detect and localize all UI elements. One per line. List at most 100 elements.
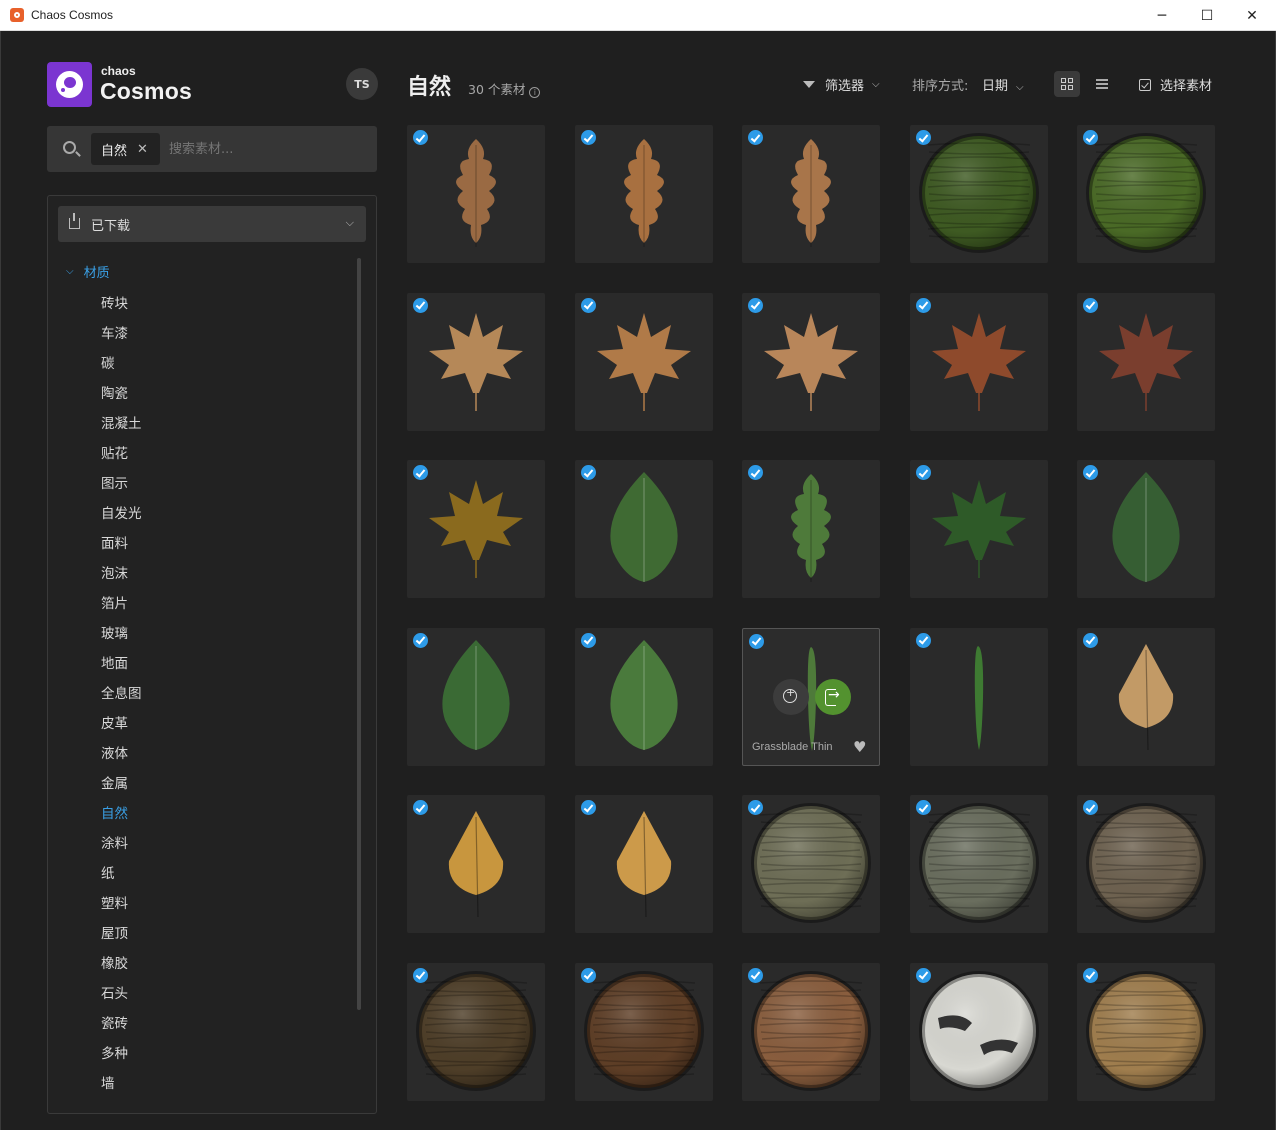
- chevron-down-icon: ⌵: [345, 216, 354, 229]
- downloaded-check-icon: [1083, 967, 1098, 983]
- asset-tile[interactable]: [574, 460, 713, 598]
- asset-tile[interactable]: [407, 292, 545, 431]
- asset-thumbnail: [764, 312, 858, 411]
- tree-materials-label: 材质: [83, 266, 110, 281]
- asset-tile[interactable]: [909, 795, 1048, 933]
- category-item[interactable]: 纸: [101, 862, 142, 892]
- import-icon[interactable]: [815, 678, 851, 715]
- asset-thumbnail: [442, 639, 510, 750]
- asset-thumbnail: [791, 139, 831, 247]
- asset-tile[interactable]: [909, 460, 1048, 598]
- asset-tile[interactable]: [1077, 627, 1215, 766]
- search-input[interactable]: [169, 134, 369, 164]
- category-item[interactable]: 橡胶: [101, 952, 142, 982]
- category-item[interactable]: 车漆: [101, 322, 142, 352]
- asset-thumbnail: [623, 139, 664, 247]
- category-item[interactable]: 混凝土: [101, 412, 142, 442]
- asset-thumbnail: [456, 139, 496, 247]
- asset-tile[interactable]: [909, 292, 1048, 431]
- asset-tile[interactable]: [407, 962, 545, 1101]
- user-avatar[interactable]: TS: [346, 68, 378, 100]
- favorite-heart-icon[interactable]: ♥: [853, 738, 866, 756]
- downloaded-check-icon: [580, 967, 596, 983]
- category-item[interactable]: 贴花: [101, 442, 142, 472]
- asset-tile[interactable]: [574, 627, 713, 766]
- select-assets-button[interactable]: 选择素材: [1139, 75, 1212, 94]
- list-view-button[interactable]: [1089, 71, 1115, 97]
- category-item[interactable]: 全息图: [101, 682, 142, 712]
- asset-tile[interactable]: [407, 125, 545, 263]
- asset-thumbnail: [416, 970, 536, 1091]
- asset-tile[interactable]: [909, 962, 1048, 1101]
- category-item[interactable]: 箔片: [101, 592, 142, 622]
- asset-tile[interactable]: [574, 795, 713, 933]
- category-item[interactable]: 金属: [101, 772, 142, 802]
- chevron-down-icon: ⌵: [872, 79, 880, 90]
- asset-tile[interactable]: [407, 460, 545, 598]
- page-title: 自然: [407, 75, 452, 100]
- category-panel: 已下载 ⌵ ⌵ 材质 砖块 车漆碳陶瓷 混凝土 贴花 图示 自发光 面料 泡沫 箔片 玻璃 地面 全息…: [47, 195, 377, 1114]
- zoom-in-icon[interactable]: [773, 678, 809, 715]
- category-item[interactable]: 泡沫: [101, 562, 142, 592]
- category-item[interactable]: 涂料: [101, 832, 142, 862]
- chip-remove-icon[interactable]: ✕: [137, 142, 148, 157]
- downloaded-check-icon: [915, 967, 931, 983]
- sort-dropdown[interactable]: 日期 ⌵: [982, 75, 1024, 94]
- asset-thumbnail: [1112, 472, 1180, 582]
- asset-tile[interactable]: [407, 627, 545, 766]
- asset-tile[interactable]: [407, 795, 545, 933]
- asset-tile[interactable]: [742, 962, 880, 1101]
- category-item[interactable]: 塑料: [101, 892, 142, 922]
- category-item[interactable]: 面料: [101, 532, 142, 562]
- category-item[interactable]: 玻璃: [101, 622, 142, 652]
- asset-tile[interactable]: [574, 292, 713, 431]
- asset-thumbnail: [791, 474, 831, 582]
- category-item[interactable]: 墙: [101, 1072, 142, 1102]
- brand-cosmos: Cosmos: [100, 78, 192, 104]
- filter-button[interactable]: 筛选器 ⌵: [803, 75, 880, 94]
- asset-tile[interactable]: [574, 125, 713, 263]
- category-item[interactable]: 图示: [101, 472, 142, 502]
- category-item[interactable]: 地面: [101, 652, 142, 682]
- asset-thumbnail: [931, 480, 1026, 578]
- minimize-button[interactable]: ─: [1139, 0, 1185, 31]
- asset-tile[interactable]: [1077, 795, 1215, 933]
- category-item[interactable]: 石头: [101, 982, 142, 1012]
- dropdown-label: 已下载: [91, 219, 131, 234]
- downloaded-check-icon: [748, 130, 763, 145]
- asset-tile[interactable]: [1077, 962, 1215, 1101]
- asset-tile[interactable]: [742, 795, 880, 933]
- asset-tile[interactable]: [1077, 460, 1215, 598]
- maximize-button[interactable]: ☐: [1184, 0, 1230, 31]
- sidebar-scrollbar[interactable]: [357, 258, 361, 1010]
- downloaded-dropdown[interactable]: 已下载 ⌵: [58, 206, 366, 242]
- asset-tile[interactable]: [574, 962, 713, 1101]
- asset-tile[interactable]: [742, 125, 880, 263]
- category-item[interactable]: 液体: [101, 742, 142, 772]
- category-item[interactable]: 碳: [101, 352, 142, 382]
- asset-thumbnail: [609, 472, 678, 582]
- category-list: 砖块 车漆碳陶瓷 混凝土 贴花 图示 自发光 面料 泡沫 箔片 玻璃 地面 全息图 皮革 液体 金属 自然 涂料…: [101, 292, 142, 1102]
- category-item[interactable]: 自发光: [101, 502, 142, 532]
- category-item[interactable]: 瓷砖: [101, 1012, 142, 1042]
- info-icon[interactable]: i: [529, 87, 541, 98]
- category-item[interactable]: 皮革: [101, 712, 142, 742]
- asset-tile[interactable]: Grassblade Thin ♥: [742, 627, 880, 766]
- category-item[interactable]: 屋顶: [101, 922, 142, 952]
- asset-tile[interactable]: [909, 125, 1048, 263]
- category-item[interactable]: 多种: [101, 1042, 142, 1072]
- category-item[interactable]: 自然: [101, 802, 142, 832]
- asset-tile[interactable]: [1077, 125, 1215, 263]
- asset-thumbnail: [448, 811, 504, 918]
- asset-tile[interactable]: [1077, 292, 1215, 431]
- grid-view-button[interactable]: [1054, 71, 1080, 97]
- category-item[interactable]: 陶瓷: [101, 382, 142, 412]
- asset-tile[interactable]: [742, 292, 880, 431]
- asset-tile[interactable]: [742, 460, 880, 598]
- category-item[interactable]: 砖块: [101, 292, 142, 322]
- asset-tile[interactable]: [909, 627, 1048, 766]
- downloaded-check-icon: [1083, 800, 1098, 815]
- tree-materials[interactable]: ⌵ 材质: [66, 262, 110, 281]
- close-window-button[interactable]: ✕: [1229, 0, 1275, 31]
- search-bar[interactable]: 自然 ✕: [47, 126, 377, 172]
